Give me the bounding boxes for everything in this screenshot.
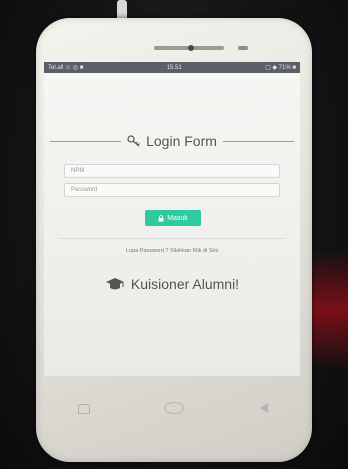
status-left: Tel.all ☺ ◎ ■ [48, 65, 84, 71]
key-icon [127, 135, 141, 147]
brand-name: Kuisioner Alumni! [130, 276, 240, 292]
forgot-password-link[interactable]: Lupa Password ? Silahkan Klik di Sini [44, 248, 300, 254]
npm-input[interactable]: NPM [64, 164, 280, 178]
background-red-object [308, 250, 348, 370]
menu-key-icon[interactable] [78, 404, 90, 414]
front-camera [188, 45, 194, 51]
password-input[interactable]: Password [64, 183, 280, 197]
login-title: Login Form [127, 133, 217, 149]
masuk-button-label: Masuk [167, 214, 188, 222]
lock-icon [158, 214, 164, 221]
hardware-nav-bar [36, 402, 312, 420]
proximity-sensor [238, 46, 248, 50]
status-bar: Tel.all ☺ ◎ ■ 15.51 ▢ ◆ 71% ■ [44, 62, 300, 73]
title-divider-left [50, 140, 122, 142]
home-key-icon[interactable] [164, 402, 184, 414]
login-title-text: Login Form [146, 133, 217, 149]
brand-banner: Kuisioner Alumni! [44, 276, 300, 292]
form-divider [58, 238, 286, 239]
title-divider-right [222, 140, 294, 142]
graduation-cap-icon [105, 278, 124, 290]
status-right: ▢ ◆ 71% ■ [265, 65, 296, 71]
masuk-button[interactable]: Masuk [145, 210, 201, 226]
login-title-row: Login Form [44, 126, 300, 156]
status-time: 15.51 [166, 64, 182, 71]
back-key-icon[interactable] [260, 403, 268, 413]
phone-screen: Tel.all ☺ ◎ ■ 15.51 ▢ ◆ 71% ■ Login Form… [44, 62, 300, 376]
